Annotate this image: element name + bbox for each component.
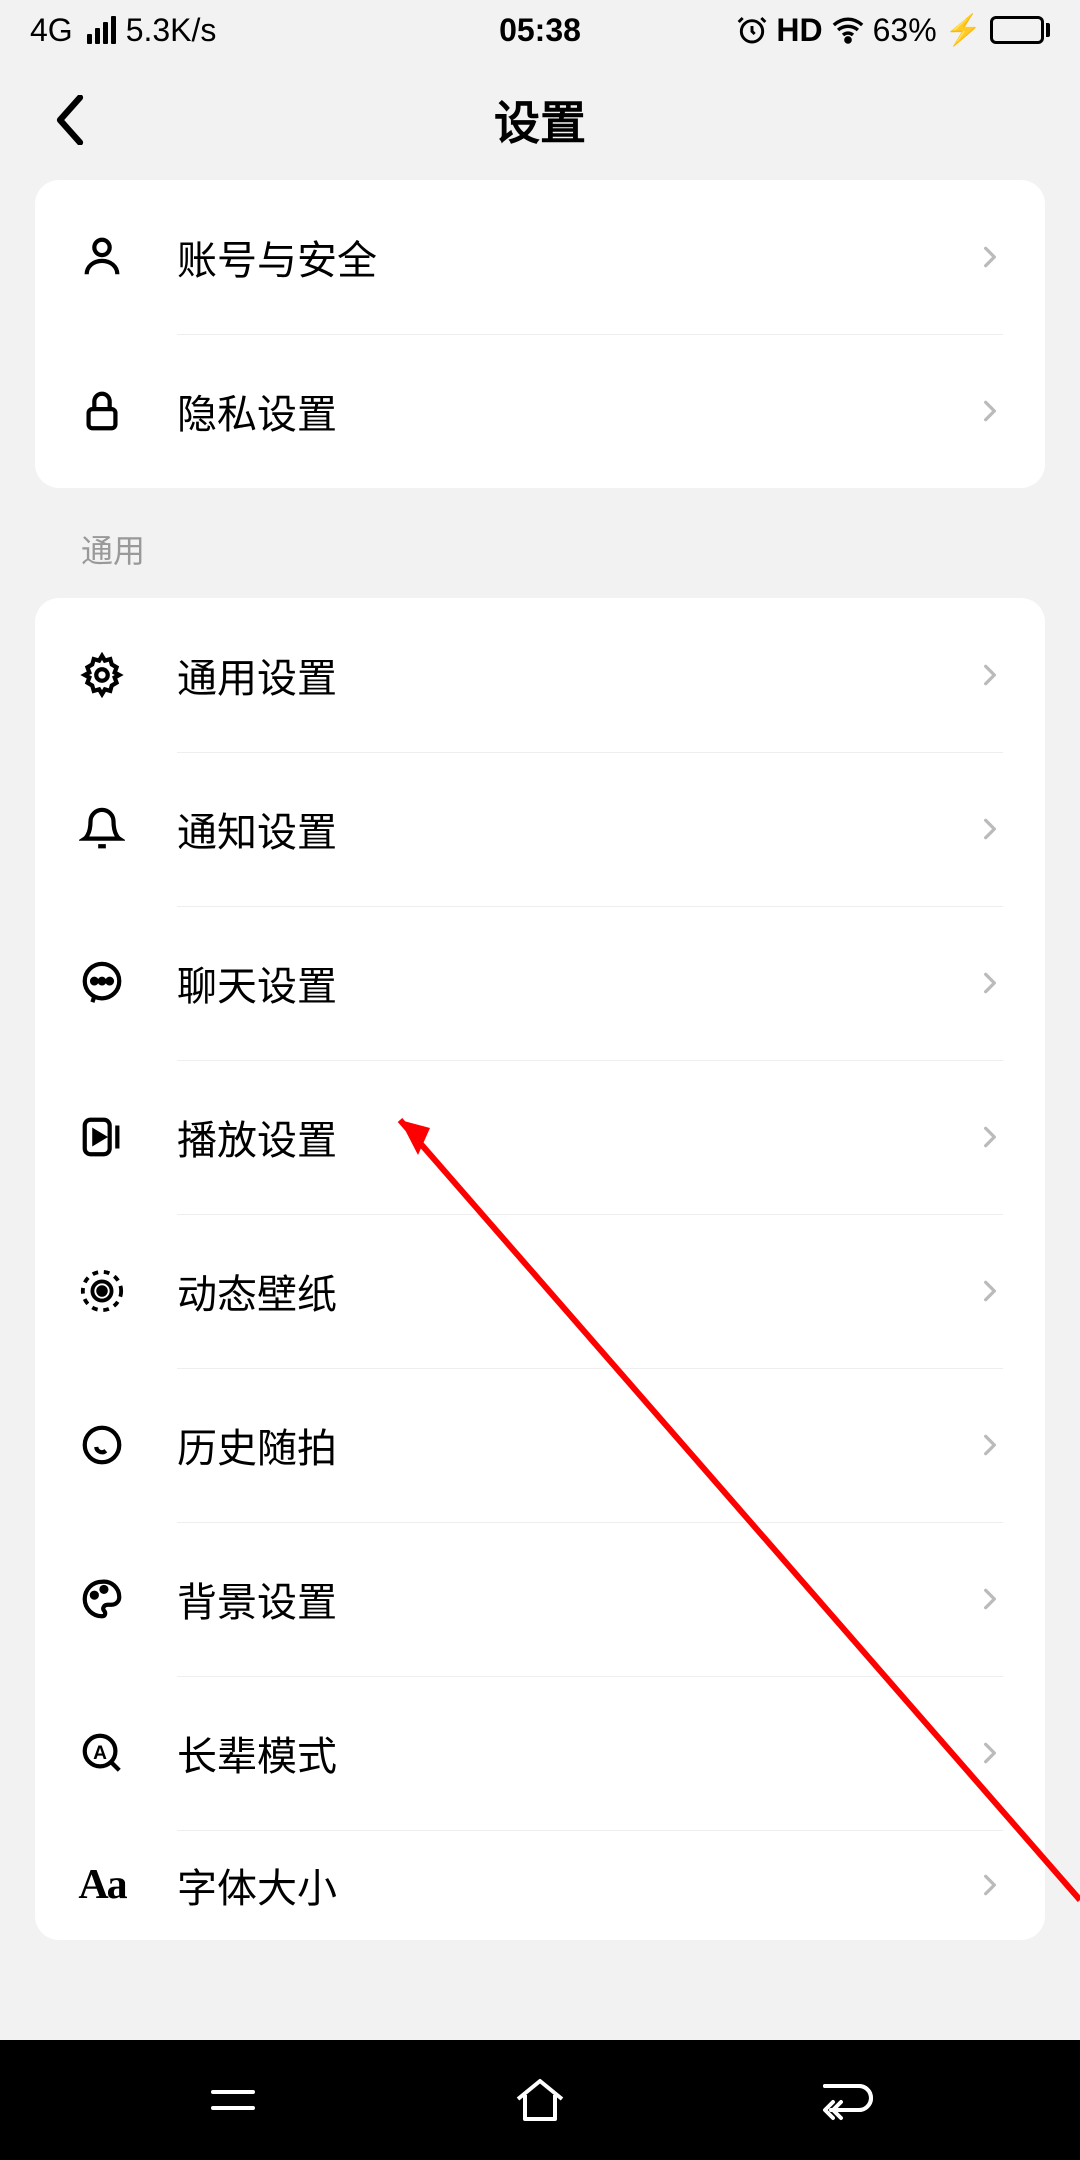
row-chat-settings[interactable]: 聊天设置 xyxy=(35,906,1045,1060)
back-button[interactable] xyxy=(30,80,110,160)
row-privacy[interactable]: 隐私设置 xyxy=(35,334,1045,488)
page-header: 设置 xyxy=(0,60,1080,180)
magnify-a-icon: A xyxy=(77,1728,127,1778)
chevron-left-icon xyxy=(55,95,85,145)
user-icon xyxy=(77,232,127,282)
row-account-security[interactable]: 账号与安全 xyxy=(35,180,1045,334)
nav-back-button[interactable] xyxy=(807,2070,887,2130)
status-left: 4G 5.3K/s xyxy=(30,12,216,49)
chat-icon xyxy=(77,958,127,1008)
row-history-snapshot[interactable]: 历史随拍 xyxy=(35,1368,1045,1522)
chevron-right-icon xyxy=(977,970,1003,996)
wifi-icon xyxy=(831,13,865,47)
chevron-right-icon xyxy=(977,1124,1003,1150)
settings-group-account: 账号与安全 隐私设置 xyxy=(35,180,1045,488)
row-elder-mode[interactable]: A 长辈模式 xyxy=(35,1676,1045,1830)
row-label: 字体大小 xyxy=(177,1856,977,1914)
status-right: HD 63% ⚡ xyxy=(736,12,1050,49)
row-background-settings[interactable]: 背景设置 xyxy=(35,1522,1045,1676)
network-speed: 5.3K/s xyxy=(126,12,217,49)
row-label: 聊天设置 xyxy=(177,954,977,1012)
chevron-right-icon xyxy=(977,1278,1003,1304)
row-label: 长辈模式 xyxy=(177,1724,977,1782)
status-time: 05:38 xyxy=(499,12,581,49)
row-notification-settings[interactable]: 通知设置 xyxy=(35,752,1045,906)
row-live-wallpaper[interactable]: 动态壁纸 xyxy=(35,1214,1045,1368)
row-label: 历史随拍 xyxy=(177,1416,977,1474)
alarm-icon xyxy=(736,14,768,46)
battery-percent: 63% xyxy=(873,12,937,49)
row-label: 账号与安全 xyxy=(177,228,977,286)
row-label: 动态壁纸 xyxy=(177,1262,977,1320)
svg-text:A: A xyxy=(93,1743,107,1764)
font-size-icon: Aa xyxy=(77,1860,127,1910)
chevron-right-icon xyxy=(977,398,1003,424)
row-font-size[interactable]: Aa 字体大小 xyxy=(35,1830,1045,1940)
row-label: 通用设置 xyxy=(177,646,977,704)
row-label: 隐私设置 xyxy=(177,382,977,440)
battery-icon xyxy=(990,16,1050,44)
chevron-right-icon xyxy=(977,1586,1003,1612)
chevron-right-icon xyxy=(977,1872,1003,1898)
settings-group-general: 通用设置 通知设置 聊天设置 播放设置 xyxy=(35,598,1045,1940)
palette-icon xyxy=(77,1574,127,1624)
nav-recent-button[interactable] xyxy=(193,2070,273,2130)
chevron-right-icon xyxy=(977,1740,1003,1766)
row-playback-settings[interactable]: 播放设置 xyxy=(35,1060,1045,1214)
signal-icon xyxy=(87,16,116,44)
play-icon xyxy=(77,1112,127,1162)
lock-icon xyxy=(77,386,127,436)
system-nav-bar xyxy=(0,2040,1080,2160)
chevron-right-icon xyxy=(977,662,1003,688)
page-title: 设置 xyxy=(494,87,586,153)
chevron-right-icon xyxy=(977,816,1003,842)
chevron-right-icon xyxy=(977,244,1003,270)
charging-icon: ⚡ xyxy=(945,13,982,48)
network-label: 4G xyxy=(30,12,73,49)
status-bar: 4G 5.3K/s 05:38 HD 63% ⚡ xyxy=(0,0,1080,60)
row-label: 背景设置 xyxy=(177,1570,977,1628)
nav-home-button[interactable] xyxy=(500,2070,580,2130)
gear-icon xyxy=(77,650,127,700)
bell-icon xyxy=(77,804,127,854)
row-label: 通知设置 xyxy=(177,800,977,858)
live-wallpaper-icon xyxy=(77,1266,127,1316)
chevron-right-icon xyxy=(977,1432,1003,1458)
row-label: 播放设置 xyxy=(177,1108,977,1166)
hd-label: HD xyxy=(776,12,822,49)
clock-icon xyxy=(77,1420,127,1470)
section-header-general: 通用 xyxy=(35,488,1045,598)
row-general-settings[interactable]: 通用设置 xyxy=(35,598,1045,752)
